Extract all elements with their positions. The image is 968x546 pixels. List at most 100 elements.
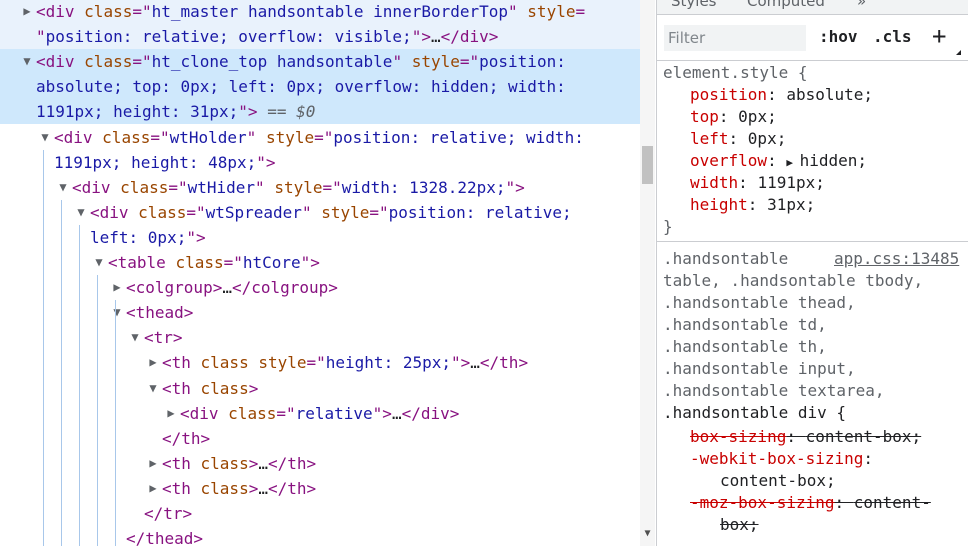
markup-token: <div (72, 177, 121, 197)
expand-triangle-icon[interactable]: ▶ (164, 401, 178, 426)
filter-bar: :hov .cls + (657, 15, 968, 61)
dom-node-line[interactable]: ▼ <div class="wtHider" style="width: 1328… (0, 175, 640, 200)
markup-token: > (248, 378, 259, 398)
css-property-value[interactable]: content- (854, 493, 931, 512)
markup-token: style (527, 2, 576, 21)
dom-node-line[interactable]: ▼ <div class="wtSpreader" style="position… (0, 200, 640, 225)
dom-node-line[interactable]: ▶ <colgroup>…</colgroup> (0, 275, 640, 300)
collapse-triangle-icon[interactable]: ▼ (92, 250, 106, 275)
css-property-value[interactable]: 1191px; (757, 173, 824, 192)
indent-guide (43, 149, 44, 546)
dom-node-line[interactable]: ▶ <th class style="height: 25px;">…</th> (0, 350, 640, 375)
css-property-name[interactable]: -webkit-box-sizing (690, 449, 863, 468)
css-selector: table, .handsontable tbody, (663, 271, 924, 290)
markup-token: "> (238, 102, 258, 122)
collapse-triangle-icon[interactable]: ▼ (38, 125, 52, 150)
dom-node-line[interactable]: ▼ <th class> (0, 376, 640, 401)
markup-token: =" (132, 2, 152, 21)
css-property-name[interactable]: top (690, 107, 719, 126)
scrollbar-thumb[interactable] (642, 146, 653, 184)
markup-token: class (175, 253, 224, 272)
css-property-name[interactable]: -moz-box-sizing (690, 493, 835, 512)
css-selector: .handsontable td, (663, 315, 827, 334)
dom-node-line[interactable]: ▼ <div class="ht_clone_top handsontable" … (0, 49, 640, 75)
cls-button[interactable]: .cls (873, 27, 912, 46)
hov-button[interactable]: :hov (819, 27, 858, 46)
css-property-value[interactable]: content-box; (806, 427, 922, 446)
scrollbar-track[interactable] (640, 0, 655, 546)
markup-token: absolute; top: 0px; left: 0px; overflow:… (36, 77, 566, 97)
dom-node-line[interactable]: ▶ <div class="relative">…</div> (0, 401, 640, 426)
css-property-value[interactable]: absolute; (786, 85, 873, 104)
css-property-value[interactable]: box; (720, 515, 759, 534)
collapse-triangle-icon[interactable]: ▼ (56, 175, 70, 200)
indent-guide (115, 300, 116, 546)
filter-input[interactable] (664, 25, 806, 51)
css-declaration: content-box; (720, 470, 836, 492)
css-declaration: -moz-box-sizing: content- (690, 492, 931, 514)
css-property-value[interactable]: 0px; (748, 129, 787, 148)
markup-token: "> (256, 152, 276, 172)
collapse-triangle-icon[interactable]: ▼ (128, 325, 142, 350)
css-property-name[interactable]: height (690, 195, 748, 214)
expand-triangle-icon[interactable]: ▶ (20, 0, 34, 24)
css-declaration: box; (720, 514, 759, 536)
tab-styles[interactable]: Styles (671, 0, 717, 10)
more-tabs-icon[interactable]: » (857, 0, 866, 10)
collapse-triangle-icon[interactable]: ▼ (74, 200, 88, 225)
css-property-name[interactable]: overflow (690, 151, 767, 170)
scroll-down-arrow-icon[interactable]: ▼ (642, 528, 653, 540)
styles-tabbar: Styles Computed » (657, 0, 968, 15)
dom-node-markup: <div class="wtSpreader" style="position:… (90, 200, 572, 225)
css-colon: : (747, 195, 768, 214)
css-property-name[interactable]: position (690, 85, 767, 104)
markup-token: style (321, 202, 370, 222)
css-property-name[interactable]: width (690, 173, 738, 192)
dom-node-line[interactable]: ▶ <th class>…</th> (0, 451, 640, 476)
dom-node-line[interactable]: absolute; top: 0px; left: 0px; overflow:… (0, 74, 640, 100)
dom-node-line[interactable]: ▼ <table class="htCore"> (0, 250, 640, 275)
expand-triangle-icon[interactable]: ▶ (146, 451, 160, 476)
dom-node-line[interactable]: ▼ <thead> (0, 300, 640, 325)
dom-node-line[interactable]: left: 0px;"> (0, 225, 640, 250)
css-property-name[interactable]: left (690, 129, 729, 148)
dom-node-line[interactable]: ▼ <div class="wtHolder" style="position: … (0, 125, 640, 150)
markup-token: =" (369, 202, 389, 222)
markup-token: … (470, 353, 480, 373)
dom-node-line[interactable]: ▼ <tr> (0, 325, 640, 350)
css-selector: .handsontable div { (663, 403, 847, 422)
expand-shorthand-icon[interactable]: ▶ (786, 156, 799, 169)
collapse-triangle-icon[interactable]: ▼ (110, 300, 124, 325)
css-property-value[interactable]: 0px; (738, 107, 777, 126)
dom-node-line[interactable]: </th> (0, 426, 640, 451)
markup-token: " (392, 52, 412, 72)
dom-node-line[interactable]: "position: relative; overflow: visible;"… (0, 24, 640, 50)
markup-token: "> (300, 253, 320, 272)
tab-computed[interactable]: Computed (747, 0, 825, 10)
dom-node-line[interactable]: ▶ <th class>…</th> (0, 476, 640, 501)
css-property-name[interactable]: box-sizing (690, 427, 786, 446)
css-declaration: top: 0px; (690, 106, 777, 128)
new-style-rule-button[interactable]: + (932, 22, 946, 50)
collapse-triangle-icon[interactable]: ▼ (146, 376, 160, 401)
markup-token: =" (168, 177, 188, 197)
dom-node-line[interactable]: ▶ <div class="ht_master handsontable inne… (0, 0, 640, 24)
markup-token: class (84, 2, 133, 21)
css-property-value[interactable]: 31px; (767, 195, 815, 214)
markup-token: </div> (440, 27, 499, 47)
dom-node-line[interactable]: 1191px; height: 48px;"> (0, 150, 640, 175)
css-property-value[interactable]: content-box; (720, 471, 836, 490)
expand-triangle-icon[interactable]: ▶ (146, 350, 160, 375)
collapse-triangle-icon[interactable]: ▼ (20, 49, 34, 74)
css-colon: : (718, 107, 739, 126)
new-rule-menu-icon[interactable] (956, 50, 961, 55)
dom-node-line[interactable]: </tr> (0, 501, 640, 526)
expand-triangle-icon[interactable]: ▶ (110, 275, 124, 300)
dom-node-line[interactable]: </thead> (0, 526, 640, 546)
dom-node-markup: <div class="ht_master handsontable inner… (36, 0, 585, 24)
dom-node-line[interactable]: 1191px; height: 31px;"> == $0 (0, 99, 640, 125)
stylesheet-source-link[interactable]: app.css:13485 (834, 249, 959, 268)
css-property-value[interactable]: hidden; (800, 151, 867, 170)
expand-triangle-icon[interactable]: ▶ (146, 476, 160, 501)
markup-token: =" (150, 127, 170, 147)
